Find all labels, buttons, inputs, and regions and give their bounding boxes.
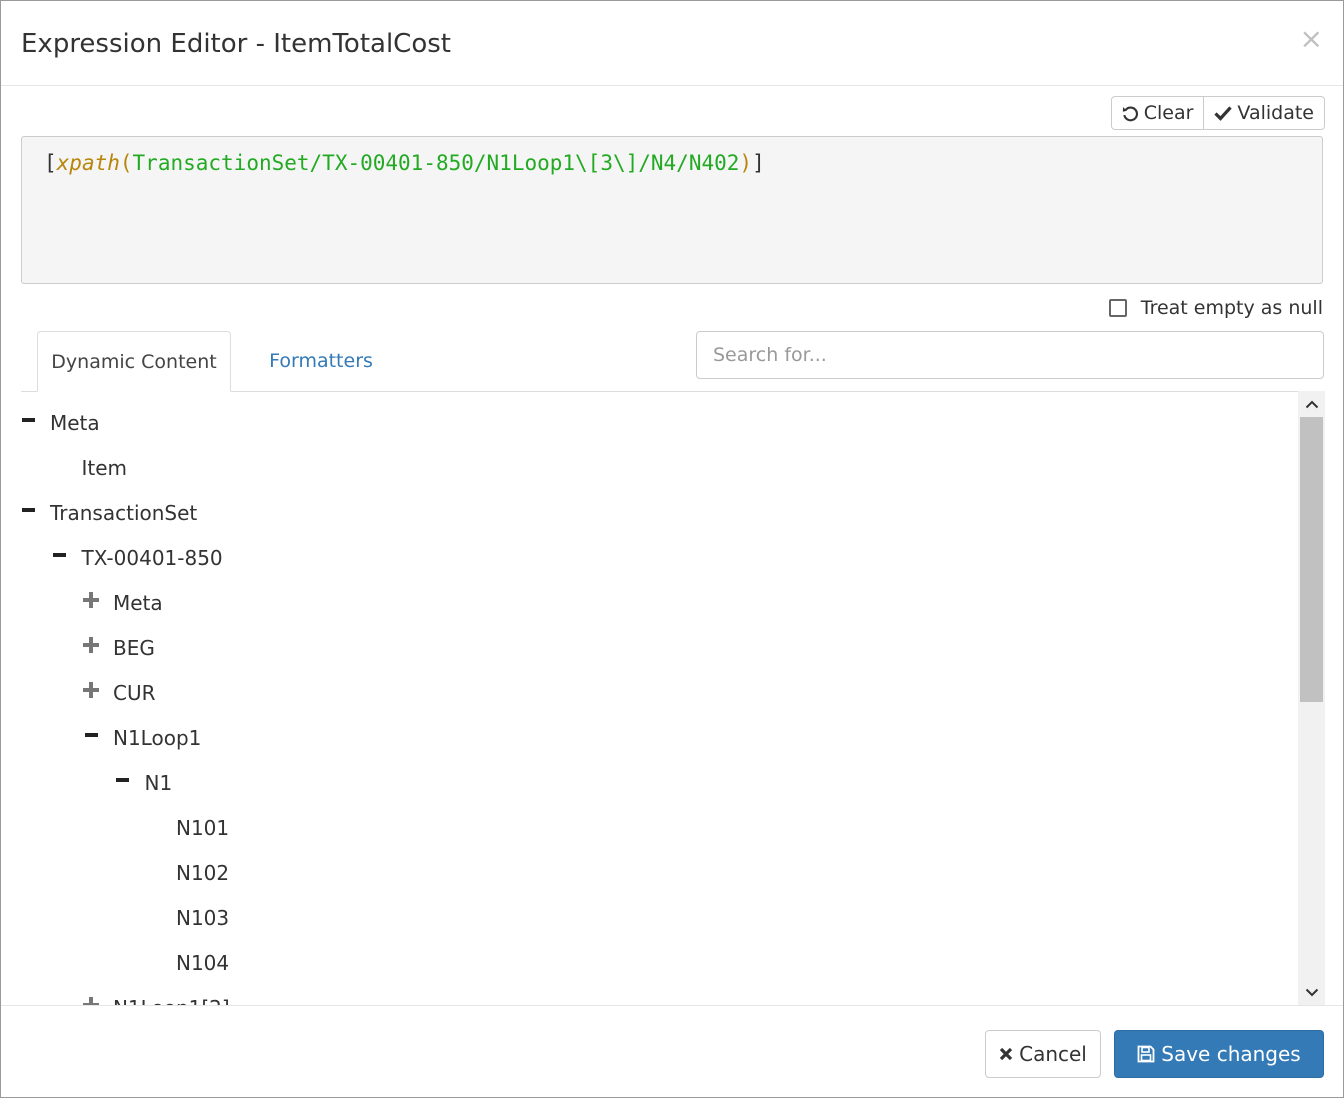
tree-node[interactable]: Meta (1, 401, 1291, 446)
tree-node[interactable]: N101 (1, 806, 1291, 851)
editor-toolbar: Clear Validate (1110, 96, 1325, 130)
collapse-minus-icon[interactable] (20, 412, 36, 428)
tree-node-label: N104 (176, 951, 230, 975)
tab-formatters[interactable]: Formatters (251, 331, 391, 391)
validate-button[interactable]: Validate (1204, 96, 1325, 130)
treat-empty-as-null-checkbox[interactable] (1108, 299, 1127, 317)
treat-empty-as-null-label: Treat empty as null (1140, 297, 1323, 319)
undo-icon (1122, 105, 1139, 122)
save-changes-label: Save changes (1161, 1042, 1301, 1066)
times-icon (999, 1047, 1013, 1061)
tree-node[interactable]: N1Loop1 (1, 716, 1291, 761)
tree-node[interactable]: BEG (1, 626, 1291, 671)
collapse-minus-icon[interactable] (83, 727, 99, 743)
search-input[interactable] (696, 331, 1324, 379)
expand-plus-icon[interactable] (83, 592, 99, 608)
tree-node[interactable]: Meta (1, 581, 1291, 626)
tree-node-label: N1 (144, 771, 173, 795)
expression-input[interactable]: [xpath(TransactionSet/TX-00401-850/N1Loo… (21, 136, 1323, 284)
tree-node-label: TX-00401-850 (81, 546, 223, 570)
clear-button[interactable]: Clear (1110, 96, 1205, 130)
expression-function: xpath (56, 151, 120, 175)
collapse-minus-icon[interactable] (52, 547, 68, 563)
tree-node-label: Meta (50, 411, 100, 435)
tree-node[interactable]: Item (1, 446, 1291, 491)
check-icon (1214, 105, 1233, 121)
tree-node[interactable]: TransactionSet (1, 491, 1291, 536)
validate-label: Validate (1237, 102, 1314, 124)
tree-node-label: CUR (113, 681, 156, 705)
tree-node-label: N103 (176, 906, 230, 930)
expression-close-paren: ) (739, 151, 753, 175)
tree-node[interactable]: N102 (1, 851, 1291, 896)
collapse-minus-icon[interactable] (115, 772, 131, 788)
expression-close-bracket: ] (752, 151, 765, 175)
dialog-title: Expression Editor - ItemTotalCost (21, 29, 451, 59)
tree-node-label: BEG (113, 636, 155, 660)
floppy-disk-icon (1137, 1045, 1155, 1063)
expression-path: TransactionSet/TX-00401-850/N1Loop1\[3\]… (132, 151, 740, 175)
save-changes-button[interactable]: Save changes (1114, 1030, 1324, 1078)
scroll-down-icon[interactable] (1298, 979, 1325, 1005)
expand-plus-icon[interactable] (83, 637, 99, 653)
tree-node-label: Meta (113, 591, 163, 615)
expression-open-bracket: [ (44, 151, 57, 175)
tree-node[interactable]: N1 (1, 761, 1291, 806)
dynamic-content-tree: Meta Item TransactionSet TX-00401-850 Meta BE… (1, 391, 1297, 1005)
collapse-minus-icon[interactable] (20, 502, 36, 518)
scroll-up-icon[interactable] (1298, 391, 1325, 417)
close-icon[interactable]: × (1300, 23, 1323, 55)
expand-plus-icon[interactable] (83, 997, 99, 1005)
clear-label: Clear (1143, 102, 1194, 124)
tree-node-label: N1Loop1[2] (113, 996, 230, 1005)
tree-node-label: N1Loop1 (113, 726, 202, 750)
tree-node-label: N102 (176, 861, 230, 885)
tree-node-label: TransactionSet (50, 501, 198, 525)
tree-node-label: N101 (176, 816, 230, 840)
tab-dynamic-content[interactable]: Dynamic Content (37, 331, 231, 392)
scrollbar-thumb[interactable] (1300, 417, 1323, 702)
cancel-label: Cancel (1019, 1042, 1087, 1066)
tree-node[interactable]: N103 (1, 896, 1291, 941)
tree-scrollbar[interactable] (1298, 391, 1325, 1005)
tree-node[interactable]: TX-00401-850 (1, 536, 1291, 581)
tree-node[interactable]: N1Loop1[2] (1, 986, 1291, 1005)
tree-node[interactable]: N104 (1, 941, 1291, 986)
tree-node[interactable]: CUR (1, 671, 1291, 716)
dialog-header: Expression Editor - ItemTotalCost × (1, 1, 1343, 86)
dialog-footer: Cancel Save changes (1, 1005, 1343, 1097)
tree-node-label: Item (81, 456, 128, 480)
expression-open-paren: ( (119, 151, 133, 175)
treat-empty-as-null-option[interactable]: Treat empty as null (1108, 297, 1323, 319)
expression-editor-dialog: Expression Editor - ItemTotalCost × Clea… (0, 0, 1344, 1098)
expand-plus-icon[interactable] (83, 682, 99, 698)
cancel-button[interactable]: Cancel (985, 1030, 1101, 1078)
